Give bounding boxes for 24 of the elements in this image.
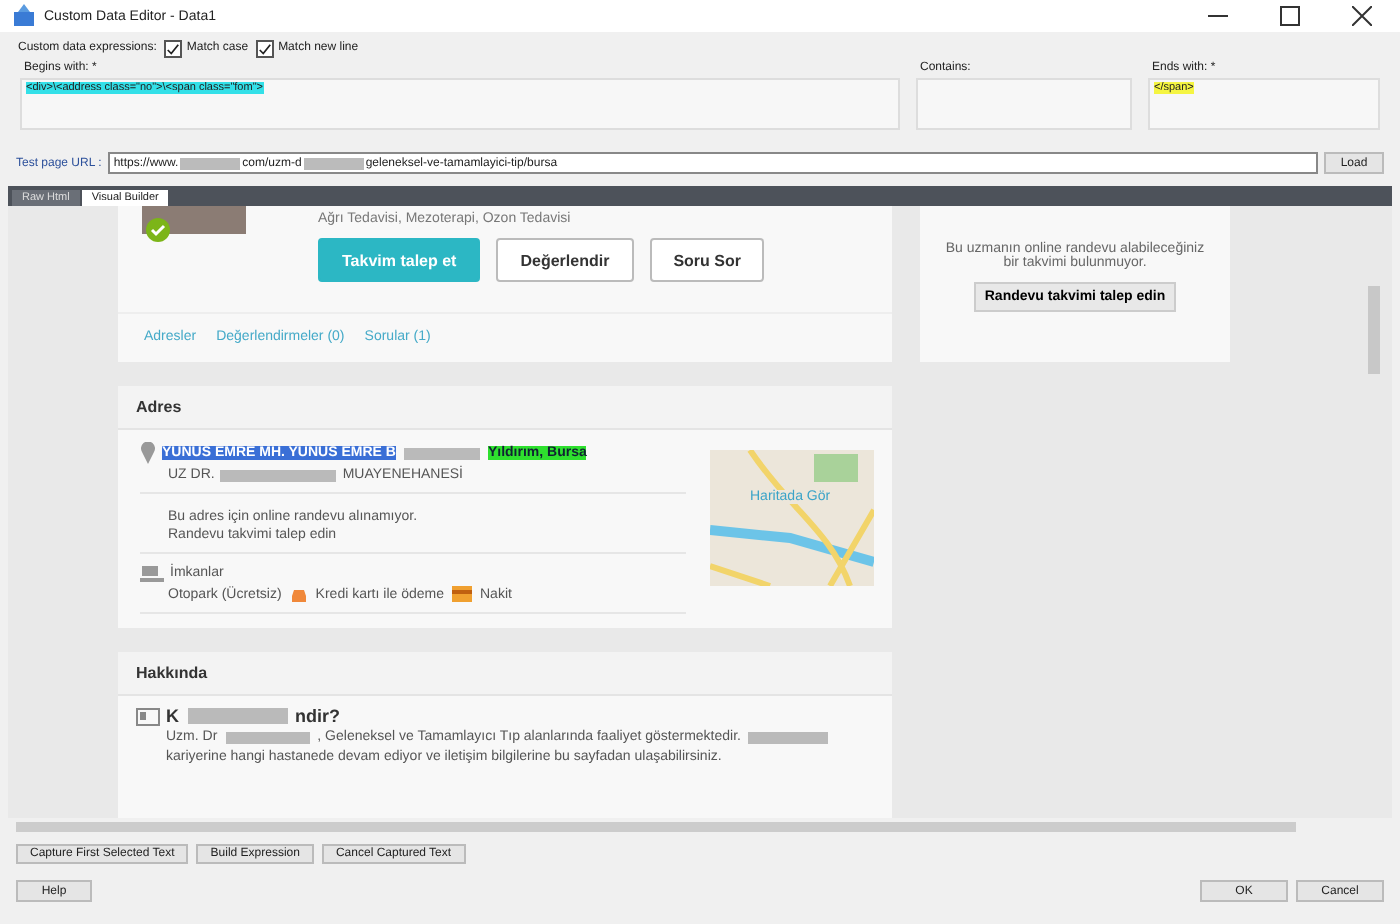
section-title: Adres — [136, 398, 182, 416]
redacted-block — [187, 708, 287, 724]
location-pin-icon — [140, 442, 156, 464]
question-heading: K — [166, 706, 179, 726]
redacted-block — [180, 157, 241, 169]
redacted-block — [220, 469, 337, 481]
checkbox[interactable] — [164, 39, 183, 57]
redacted-block — [225, 732, 310, 744]
maximize-icon[interactable] — [1280, 6, 1300, 26]
check-badge-icon — [146, 218, 170, 242]
section-title: Hakkında — [136, 664, 208, 682]
question-heading: ndir? — [295, 706, 340, 726]
action-button[interactable]: Değerlendir — [496, 238, 634, 282]
action-button[interactable]: Soru Sor — [649, 238, 765, 282]
app-icon — [12, 4, 36, 28]
id-card-icon — [136, 707, 160, 725]
checkbox[interactable] — [256, 39, 275, 57]
card-icon — [452, 586, 472, 602]
car-icon — [289, 587, 308, 601]
close-icon[interactable] — [1352, 6, 1372, 26]
redacted-block — [303, 157, 364, 169]
redacted-block — [748, 732, 829, 744]
expression-field[interactable] — [916, 78, 1132, 130]
redacted-block — [403, 447, 480, 459]
